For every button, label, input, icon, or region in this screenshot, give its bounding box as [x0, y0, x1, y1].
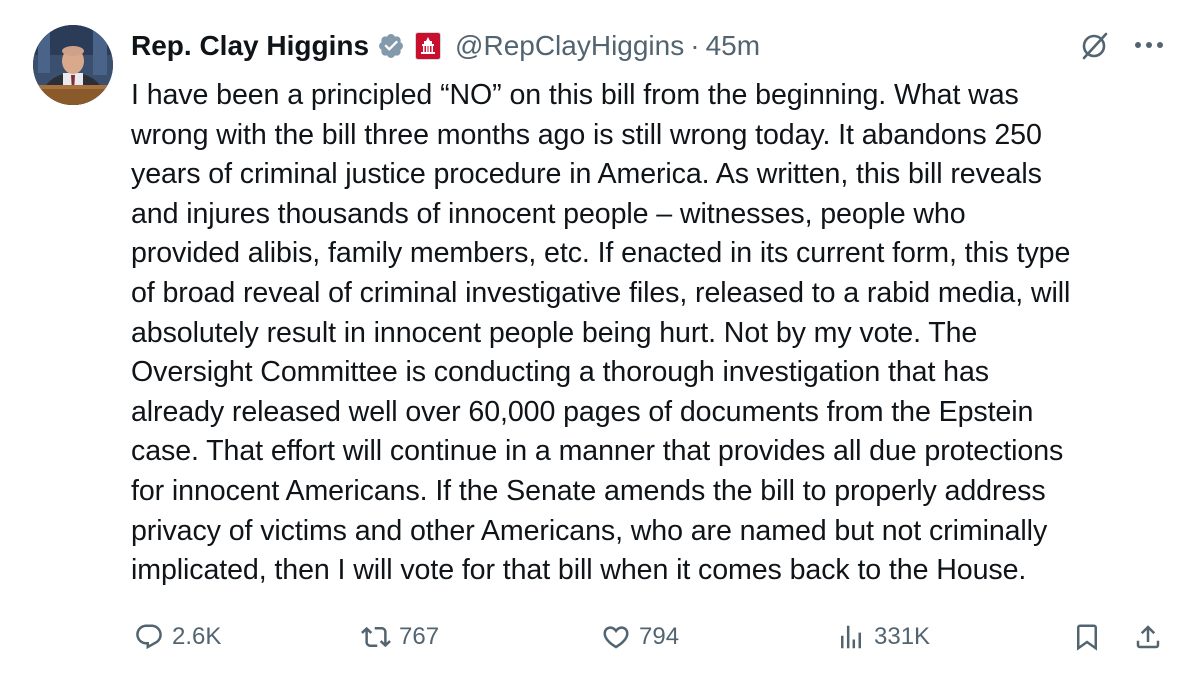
avatar[interactable] — [33, 25, 113, 105]
author-handle[interactable]: @RepClayHiggins — [455, 30, 684, 62]
avatar-image — [33, 25, 113, 105]
bookmark-icon — [1072, 622, 1102, 652]
repost-button[interactable]: 767 — [361, 617, 439, 657]
verified-badge-icon[interactable] — [377, 32, 405, 60]
us-house-affiliation-icon[interactable] — [415, 32, 442, 60]
share-icon — [1133, 622, 1163, 652]
timestamp[interactable]: 45m — [706, 30, 760, 62]
repost-icon — [361, 622, 391, 652]
separator-dot: · — [690, 30, 700, 61]
bookmark-button[interactable] — [1072, 617, 1102, 657]
reply-icon — [134, 622, 164, 652]
tweet-action-bar: 2.6K 767 794 331K — [131, 617, 1166, 657]
reply-button[interactable]: 2.6K — [134, 617, 221, 657]
tweet-card: Rep. Clay Higgins @RepClayHiggins · 45m — [0, 0, 1196, 682]
views-button[interactable]: 331K — [836, 617, 930, 657]
views-count: 331K — [874, 623, 931, 650]
heart-icon — [601, 622, 631, 652]
tweet-text: I have been a principled “NO” on this bi… — [131, 79, 1071, 587]
like-count: 794 — [639, 623, 680, 650]
more-options-icon[interactable] — [1134, 40, 1164, 50]
tweet-top-actions — [1078, 28, 1164, 62]
views-chart-icon — [836, 622, 866, 652]
like-button[interactable]: 794 — [601, 617, 679, 657]
repost-count: 767 — [399, 623, 440, 650]
author-display-name[interactable]: Rep. Clay Higgins — [131, 30, 369, 62]
share-button[interactable] — [1133, 617, 1163, 657]
reply-count: 2.6K — [172, 623, 222, 650]
grok-icon[interactable] — [1078, 28, 1112, 62]
tweet-header: Rep. Clay Higgins @RepClayHiggins · 45m — [131, 26, 760, 66]
